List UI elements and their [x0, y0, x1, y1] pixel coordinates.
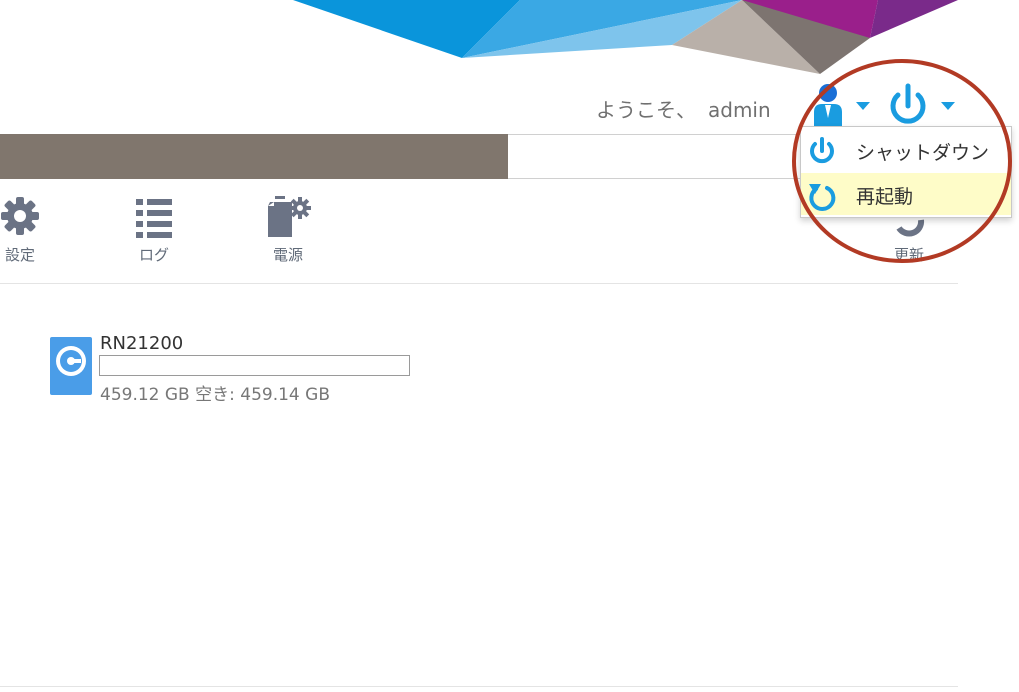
volume-free-text: 459.12 GB 空き: 459.14 GB	[100, 385, 330, 405]
nav-search-area	[508, 134, 808, 179]
disk-icon	[50, 337, 92, 395]
tool-logs[interactable]: ログ	[114, 194, 194, 265]
tool-label: ログ	[138, 246, 169, 264]
nav-bar	[0, 134, 508, 179]
username-label: admin	[708, 98, 771, 122]
tool-label: 設定	[4, 246, 35, 264]
welcome-message: ようこそ、 admin	[596, 94, 771, 123]
tool-settings[interactable]: 設定	[0, 194, 60, 265]
list-icon	[136, 199, 172, 238]
divider	[0, 686, 958, 687]
tool-power[interactable]: 電源	[248, 194, 328, 265]
divider	[0, 283, 958, 284]
tool-label: 電源	[272, 246, 303, 264]
welcome-label: ようこそ、	[596, 98, 696, 122]
volume-name: RN21200	[100, 333, 184, 354]
gear-icon	[1, 197, 39, 235]
annotation-circle	[792, 59, 1012, 263]
power-settings-icon	[268, 196, 311, 237]
volume-usage-bar	[99, 355, 410, 376]
